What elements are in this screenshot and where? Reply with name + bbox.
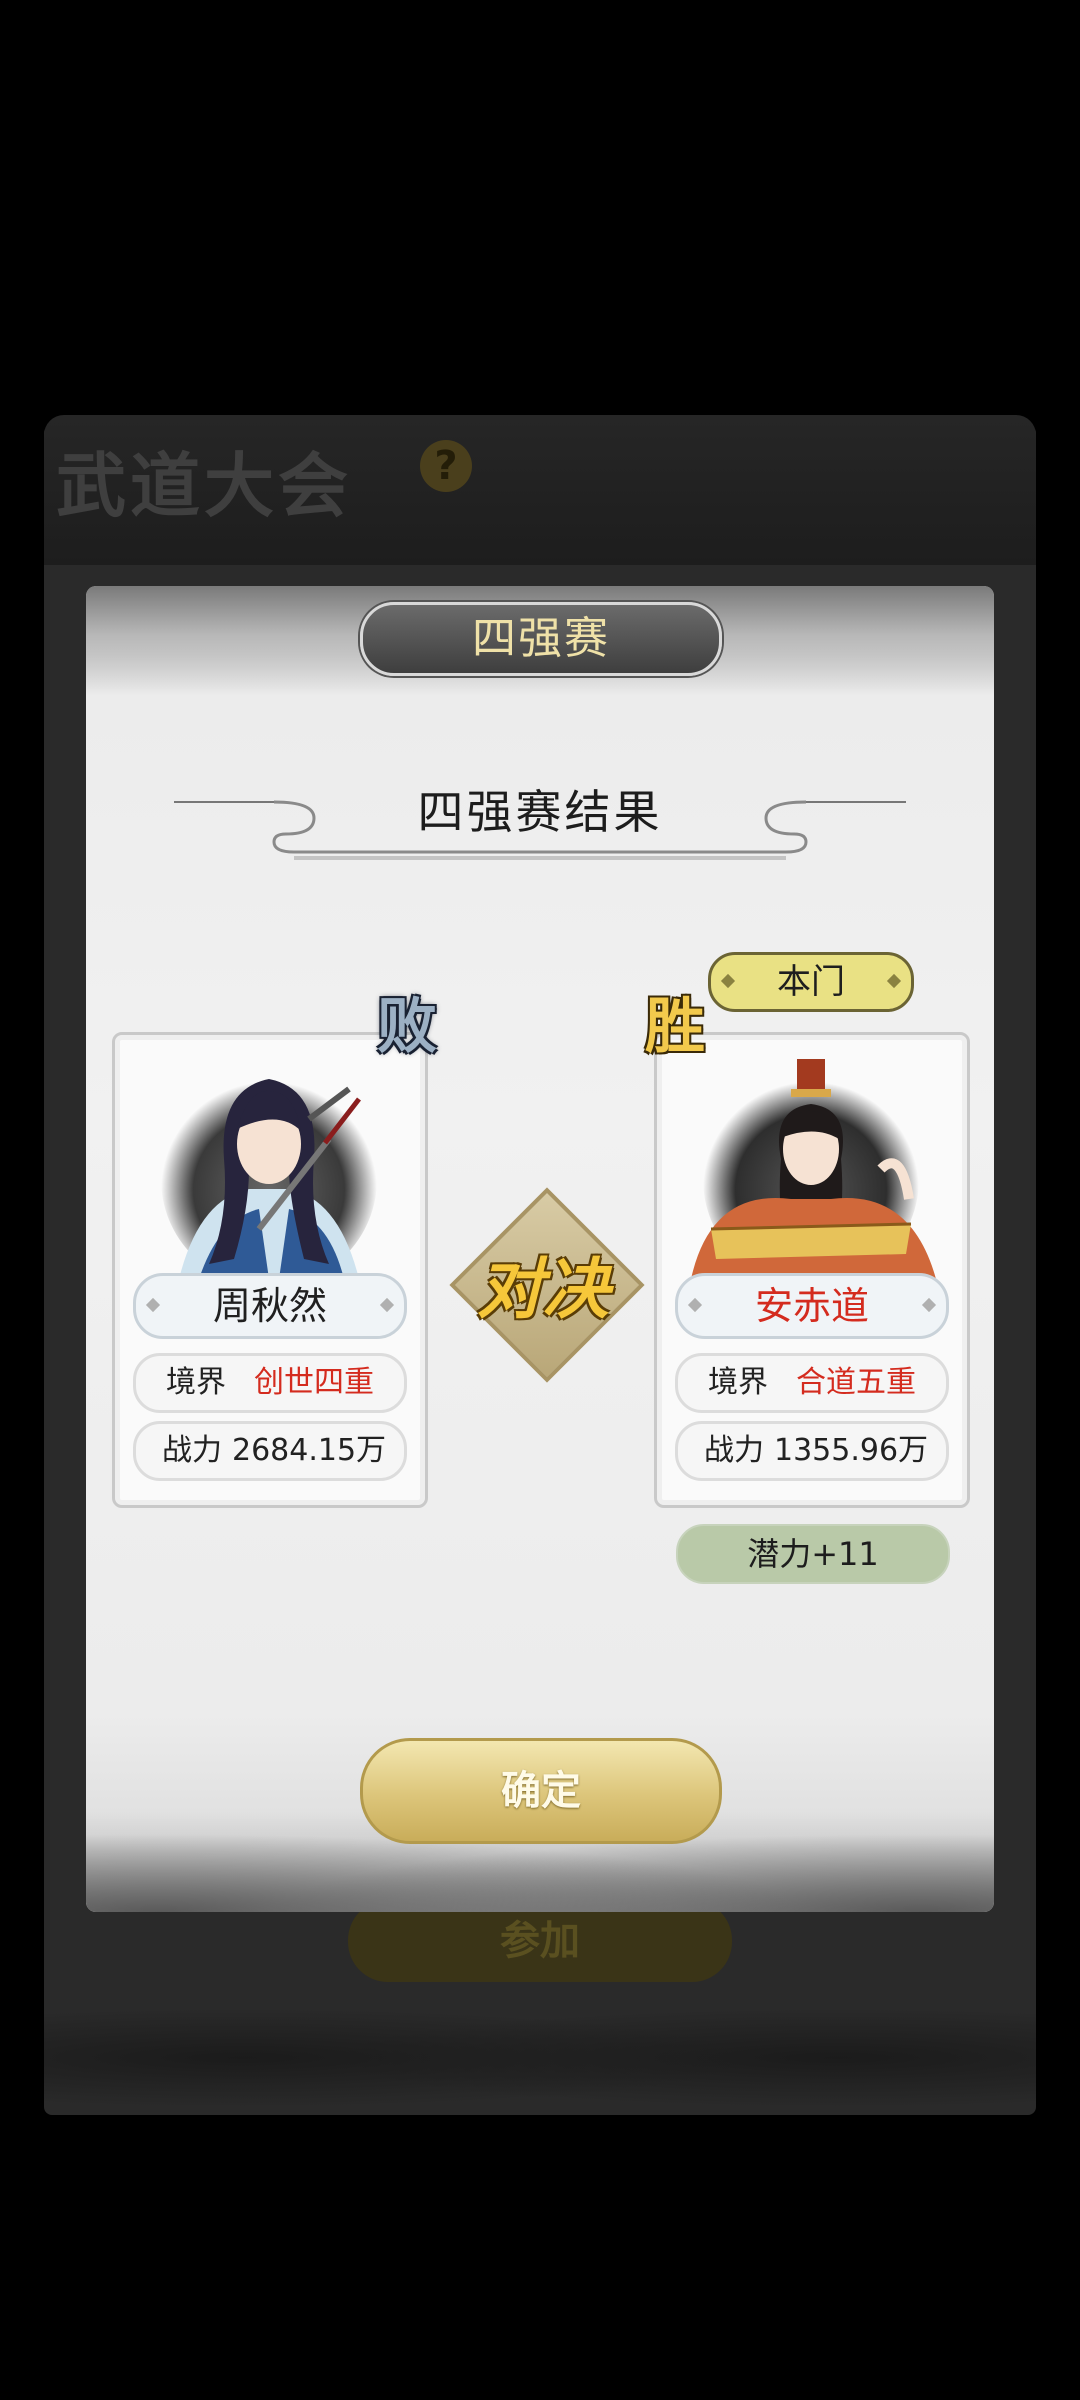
power-value-left: 2684.15万: [232, 1433, 387, 1468]
player-portrait-left: [161, 1071, 377, 1279]
realm-label: 境界: [708, 1365, 768, 1400]
power-row-right: 战力 1355.96万: [675, 1421, 949, 1481]
realm-row-left: 境界 创世四重: [133, 1353, 407, 1413]
versus-label: 对决: [477, 1250, 609, 1328]
potential-badge: 潜力+11: [676, 1524, 950, 1584]
faction-label: 本门: [777, 962, 845, 1002]
help-icon[interactable]: ?: [420, 440, 472, 492]
realm-value-left: 创世四重: [254, 1365, 374, 1400]
player-name-left: 周秋然: [212, 1284, 327, 1328]
result-title: 四强赛结果: [417, 785, 663, 839]
power-label: 战力: [704, 1433, 764, 1468]
realm-label: 境界: [166, 1365, 226, 1400]
diamond-ornament-icon: [145, 1297, 161, 1313]
diamond-ornament-icon: [720, 973, 736, 989]
faction-badge: 本门: [708, 952, 914, 1012]
diamond-ornament-icon: [687, 1297, 703, 1313]
power-row-left: 战力 2684.15万: [133, 1421, 407, 1481]
victory-badge: 胜: [645, 992, 705, 1062]
player-portrait-right: [691, 1059, 936, 1279]
player-card-right[interactable]: 安赤道 境界 合道五重 战力 1355.96万: [654, 1032, 970, 1508]
join-button[interactable]: 参加: [348, 1900, 732, 1982]
screen: 武道大会 ? 参加 四强赛 四强赛结果 本门 周秋然 境界 创世四重 战力 26…: [0, 0, 1080, 2400]
background-cloud-decoration: [44, 1980, 1036, 2110]
diamond-ornament-icon: [886, 973, 902, 989]
diamond-ornament-icon: [379, 1297, 395, 1313]
defeat-badge: 败: [377, 992, 437, 1062]
versus-emblem: 对决: [438, 1176, 645, 1383]
player-name-right: 安赤道: [754, 1284, 869, 1328]
background-title: 武道大会: [56, 444, 352, 527]
power-value-right: 1355.96万: [774, 1433, 929, 1468]
diamond-ornament-icon: [921, 1297, 937, 1313]
realm-row-right: 境界 合道五重: [675, 1353, 949, 1413]
player-card-left[interactable]: 周秋然 境界 创世四重 战力 2684.15万: [112, 1032, 428, 1508]
result-modal: 四强赛 四强赛结果 本门 周秋然 境界 创世四重 战力 2684.15万 安赤道…: [86, 586, 994, 1912]
power-label: 战力: [162, 1433, 222, 1468]
player-name-plate-left: 周秋然: [133, 1273, 407, 1339]
tab-semifinal: 四强赛: [360, 602, 722, 676]
player-name-plate-right: 安赤道: [675, 1273, 949, 1339]
confirm-button[interactable]: 确定: [360, 1738, 722, 1844]
realm-value-right: 合道五重: [796, 1365, 916, 1400]
